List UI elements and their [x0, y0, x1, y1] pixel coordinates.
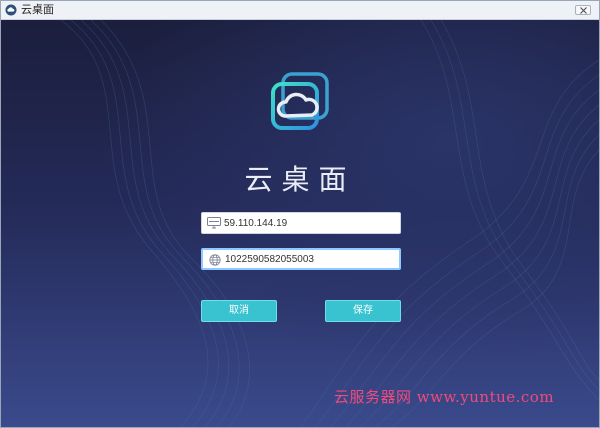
- window-title: 云桌面: [21, 3, 54, 16]
- globe-icon: [209, 254, 221, 266]
- cancel-button[interactable]: 取消: [201, 300, 277, 322]
- close-icon: [580, 7, 587, 14]
- server-address-field[interactable]: [201, 212, 401, 234]
- client-id-field[interactable]: [201, 248, 401, 270]
- watermark-text: 云服务器网 www.yuntue.com: [334, 388, 555, 406]
- server-address-input[interactable]: [224, 213, 394, 233]
- title-bar: 云桌面: [1, 1, 599, 20]
- server-icon: [207, 217, 221, 229]
- client-id-input[interactable]: [225, 250, 395, 268]
- login-panel: 云桌面 取消 保存 云服务器网 www.yuntue.com: [1, 20, 599, 427]
- cloud-desktop-logo-icon: [271, 72, 329, 130]
- app-logo-icon: [5, 4, 17, 16]
- close-button[interactable]: [575, 5, 591, 15]
- save-button[interactable]: 保存: [325, 300, 401, 322]
- app-window: 云桌面 云桌面 59.110.144.19 1022590582055003 取…: [0, 0, 600, 428]
- brand-title: 云桌面: [244, 163, 356, 196]
